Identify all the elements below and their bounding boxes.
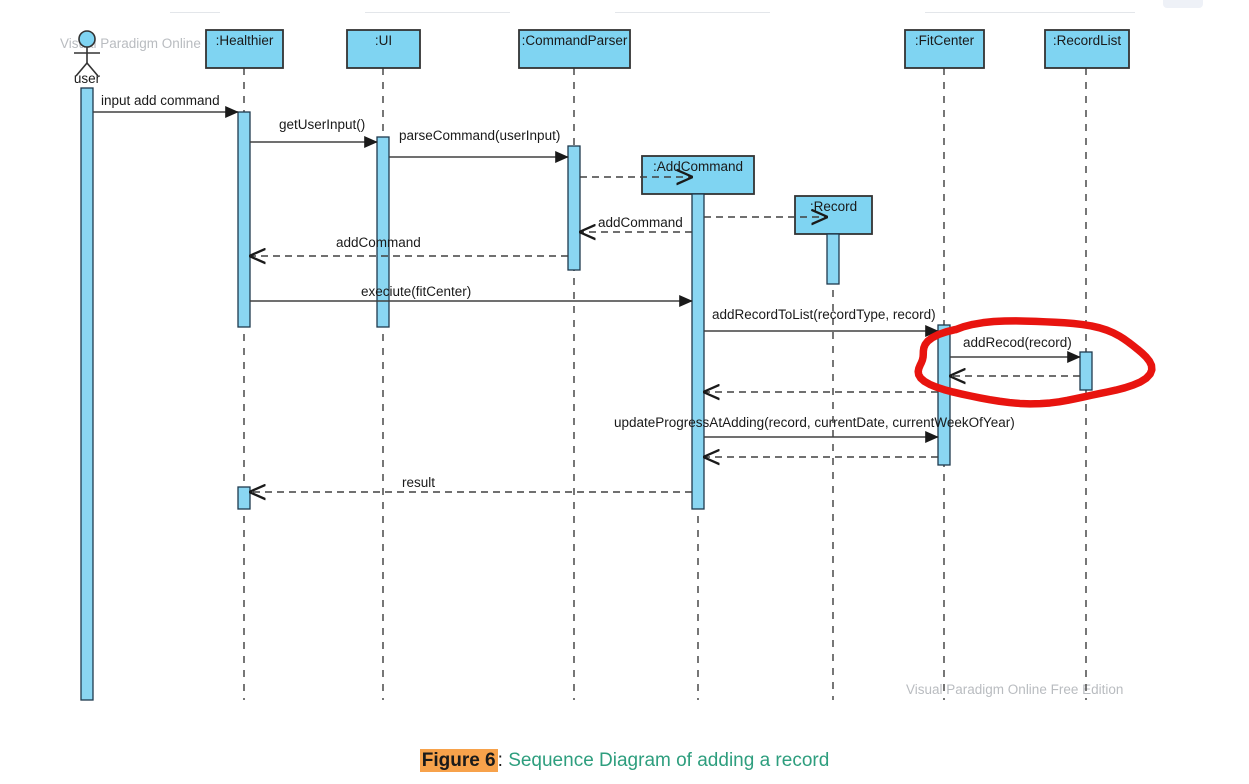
message-label: result (402, 475, 435, 490)
figure-caption-text: Sequence Diagram of adding a record (508, 750, 830, 771)
figure-separator: : (497, 750, 503, 771)
message-m10: addRecod(record) (950, 335, 1081, 363)
message-m9: addRecordToList(recordType, record) (704, 307, 939, 337)
message-label: execiute(fitCenter) (361, 284, 471, 299)
activation-bar-recordlist (1079, 351, 1093, 391)
screenshot-stage: Visual Paradigm Online Free Edition Visu… (0, 0, 1249, 784)
message-m6: addCommand (580, 215, 692, 232)
message-m8: execiute(fitCenter) (250, 284, 693, 307)
red-highlight-annotation (914, 317, 1156, 408)
activation-bar-user (80, 87, 94, 701)
actor-label: user (74, 71, 101, 86)
activation-bar-healthier (237, 486, 251, 510)
object-box-fitcenter: :FitCenter (904, 29, 985, 69)
object-box-recordlist: :RecordList (1044, 29, 1130, 69)
message-label: updateProgressAtAdding(record, currentDa… (614, 415, 1015, 430)
object-box-healthier: :Healthier (205, 29, 284, 69)
sequence-diagram: Visual Paradigm Online Free Edition Visu… (60, 29, 1156, 701)
message-label: getUserInput() (279, 117, 365, 132)
object-box-ui: :UI (346, 29, 421, 69)
object-label-addcommand: :AddCommand (653, 159, 743, 174)
object-label-recordlist: :RecordList (1053, 33, 1122, 48)
object-label-commandparser: :CommandParser (522, 33, 628, 48)
object-box-addcommand: :AddCommand (641, 155, 755, 195)
activation-group (80, 87, 1093, 701)
figure-caption: Figure 6: Sequence Diagram of adding a r… (0, 748, 1249, 774)
message-m13: updateProgressAtAdding(record, currentDa… (614, 415, 1015, 443)
object-label-fitcenter: :FitCenter (915, 33, 975, 48)
message-label: addCommand (598, 215, 683, 230)
message-m1: input add command (93, 93, 239, 118)
annotation-ellipse (914, 317, 1156, 408)
message-label: addCommand (336, 235, 421, 250)
message-label: addRecordToList(recordType, record) (712, 307, 936, 322)
object-box-group: :Healthier :UI :CommandParser :AddCommand :R… (205, 29, 1130, 235)
message-m3: parseCommand(userInput) (389, 128, 569, 163)
watermark-bottom-right: Visual Paradigm Online Free Edition (906, 682, 1123, 697)
activation-bar-commandparser (567, 145, 581, 271)
figure-number: Figure 6 (419, 749, 498, 772)
message-m2: getUserInput() (250, 117, 378, 148)
message-label: parseCommand(userInput) (399, 128, 560, 143)
activation-bar-fitcenter (937, 324, 951, 466)
object-label-ui: :UI (375, 33, 392, 48)
object-label-healthier: :Healthier (216, 33, 274, 48)
object-box-commandparser: :CommandParser (518, 29, 631, 69)
activation-bar-record (826, 233, 840, 285)
message-label: addRecod(record) (963, 335, 1072, 350)
activation-bar-addcommand (691, 193, 705, 510)
message-m7: addCommand (250, 235, 568, 256)
object-label-record: :Record (810, 199, 857, 214)
activation-bar-healthier (237, 111, 251, 328)
object-box-record: :Record (794, 195, 873, 235)
message-m15: result (250, 475, 692, 492)
message-label: input add command (101, 93, 220, 108)
